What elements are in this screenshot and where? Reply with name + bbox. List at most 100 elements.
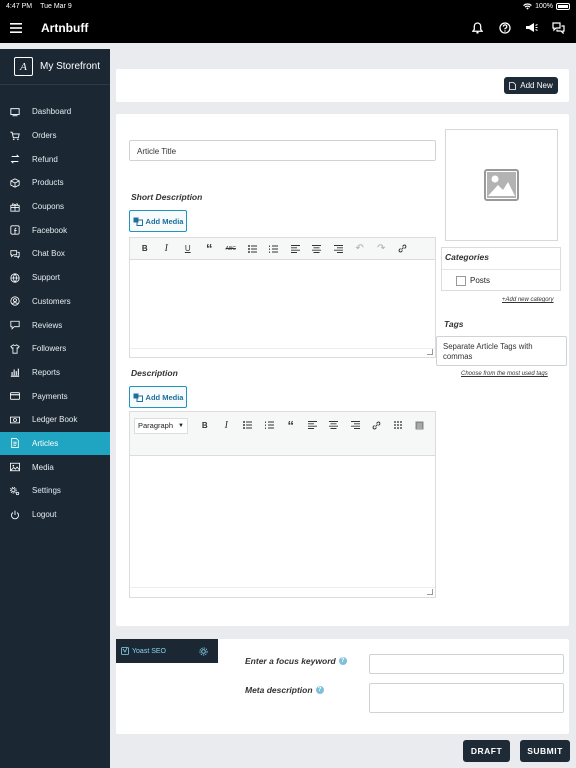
sidebar-item-orders[interactable]: Orders — [0, 124, 110, 148]
blockquote-icon[interactable]: “ — [199, 239, 221, 259]
numbered-list-icon[interactable] — [258, 415, 280, 435]
article-title-input[interactable]: Article Title — [129, 140, 436, 161]
numbered-list-icon[interactable] — [263, 239, 285, 259]
store-logo-icon: A — [14, 57, 33, 76]
add-new-label: Add New — [520, 81, 553, 90]
tags-input[interactable]: Separate Article Tags with commas — [436, 336, 567, 366]
sidebar-item-label: Settings — [32, 486, 61, 496]
link-icon[interactable] — [392, 239, 414, 259]
category-checkbox[interactable] — [456, 275, 466, 286]
toolbar-toggle-icon[interactable] — [409, 415, 431, 435]
help-icon[interactable] — [491, 12, 518, 43]
category-option-posts[interactable]: Posts — [442, 269, 560, 291]
sidebar-item-ledger-book[interactable]: Ledger Book — [0, 408, 110, 432]
read-more-icon[interactable] — [387, 415, 409, 435]
short-description-label: Short Description — [131, 192, 203, 202]
draft-button[interactable]: DRAFT — [463, 740, 510, 762]
add-media-button[interactable]: Add Media — [129, 386, 187, 408]
focus-keyword-label: Enter a focus keyword — [245, 656, 336, 666]
sidebar-item-label: Logout — [32, 510, 57, 520]
bullet-list-icon[interactable] — [237, 415, 259, 435]
strikethrough-icon[interactable]: ABC — [220, 239, 242, 259]
chat-bubbles-icon[interactable] — [545, 12, 572, 43]
add-new-category-link[interactable]: +Add new category — [502, 297, 554, 303]
sidebar-item-products[interactable]: Products — [0, 171, 110, 195]
bullet-list-icon[interactable] — [242, 239, 264, 259]
link-icon[interactable] — [366, 415, 388, 435]
card-icon — [10, 392, 20, 400]
bold-icon[interactable]: B — [194, 415, 216, 435]
align-left-icon[interactable] — [285, 239, 307, 259]
choose-tags-link[interactable]: Choose from the most used tags — [461, 371, 548, 377]
add-media-label: Add Media — [145, 392, 184, 402]
meta-description-label: Meta description — [245, 685, 313, 695]
globe-icon — [10, 273, 20, 283]
storefront-brand[interactable]: A My Storefront — [0, 49, 110, 85]
italic-icon[interactable]: I — [215, 415, 237, 435]
tags-label: Tags — [444, 319, 464, 329]
sidebar-item-label: Chat Box — [32, 249, 65, 259]
align-right-icon[interactable] — [344, 415, 366, 435]
sidebar-item-reports[interactable]: Reports — [0, 361, 110, 385]
meta-description-row: Meta description ? — [245, 685, 324, 695]
cube-icon — [10, 178, 20, 188]
sidebar-item-articles[interactable]: Articles — [0, 431, 110, 456]
focus-keyword-input[interactable] — [369, 654, 564, 674]
status-bar: 4:47 PM Tue Mar 9 100% — [0, 0, 576, 12]
sidebar-item-dashboard[interactable]: Dashboard — [0, 100, 110, 124]
sidebar-item-settings[interactable]: Settings — [0, 479, 110, 503]
yoast-seo-tab[interactable]: Yoast SEO — [116, 639, 218, 663]
add-media-button[interactable]: Add Media — [129, 210, 187, 232]
align-center-icon[interactable] — [323, 415, 345, 435]
hamburger-menu-icon[interactable] — [2, 12, 30, 43]
power-icon — [11, 510, 19, 519]
sidebar-item-support[interactable]: Support — [0, 266, 110, 290]
sidebar-item-label: Refund — [32, 154, 58, 164]
align-right-icon[interactable] — [328, 239, 350, 259]
meta-description-input[interactable] — [369, 683, 564, 713]
add-new-button[interactable]: Add New — [504, 77, 558, 94]
sidebar-item-followers[interactable]: Followers — [0, 337, 110, 361]
sidebar-item-payments[interactable]: Payments — [0, 384, 110, 408]
sidebar-item-media[interactable]: Media — [0, 455, 110, 479]
underline-icon[interactable]: U — [177, 239, 199, 259]
short-description-editor: B I U “ ABC ↶ ↷ — [129, 237, 436, 358]
sidebar-nav: Dashboard Orders Refund Products Coupons Face… — [0, 100, 110, 526]
help-icon[interactable]: ? — [315, 686, 324, 694]
media-icon — [133, 217, 143, 226]
megaphone-icon[interactable] — [518, 12, 545, 43]
sidebar-item-label: Media — [32, 462, 54, 472]
description-toolbar: Paragraph ▼ B I “ — [130, 412, 435, 456]
blockquote-icon[interactable]: “ — [280, 415, 302, 435]
resize-handle-icon[interactable] — [427, 349, 433, 355]
redo-icon[interactable]: ↷ — [371, 239, 393, 259]
undo-icon[interactable]: ↶ — [349, 239, 371, 259]
resize-handle-icon[interactable] — [427, 589, 433, 595]
sidebar-item-label: Reports — [32, 367, 61, 377]
refund-icon — [10, 154, 20, 164]
align-center-icon[interactable] — [306, 239, 328, 259]
italic-icon[interactable]: I — [156, 239, 178, 259]
media-icon — [133, 393, 143, 402]
facebook-icon — [10, 225, 20, 235]
sidebar-item-facebook[interactable]: Facebook — [0, 218, 110, 242]
gear-icon[interactable] — [199, 646, 208, 656]
sidebar-item-label: Products — [32, 178, 64, 188]
sidebar-item-reviews[interactable]: Reviews — [0, 313, 110, 337]
align-left-icon[interactable] — [301, 415, 323, 435]
help-icon[interactable]: ? — [338, 657, 347, 665]
sidebar-item-logout[interactable]: Logout — [0, 503, 110, 527]
document-icon — [509, 81, 517, 90]
submit-button[interactable]: SUBMIT — [520, 740, 570, 762]
bell-icon[interactable] — [464, 12, 491, 43]
battery-percent: 100% — [535, 2, 553, 10]
sidebar-item-coupons[interactable]: Coupons — [0, 195, 110, 219]
sidebar-item-customers[interactable]: Customers — [0, 290, 110, 314]
sidebar-item-chat-box[interactable]: Chat Box — [0, 242, 110, 266]
bold-icon[interactable]: B — [134, 239, 156, 259]
app-bar: Artnbuff — [0, 12, 576, 43]
sidebar-item-refund[interactable]: Refund — [0, 147, 110, 171]
image-placeholder-icon — [484, 169, 519, 201]
paragraph-select[interactable]: Paragraph ▼ — [134, 417, 188, 434]
featured-image-placeholder[interactable] — [445, 129, 558, 241]
